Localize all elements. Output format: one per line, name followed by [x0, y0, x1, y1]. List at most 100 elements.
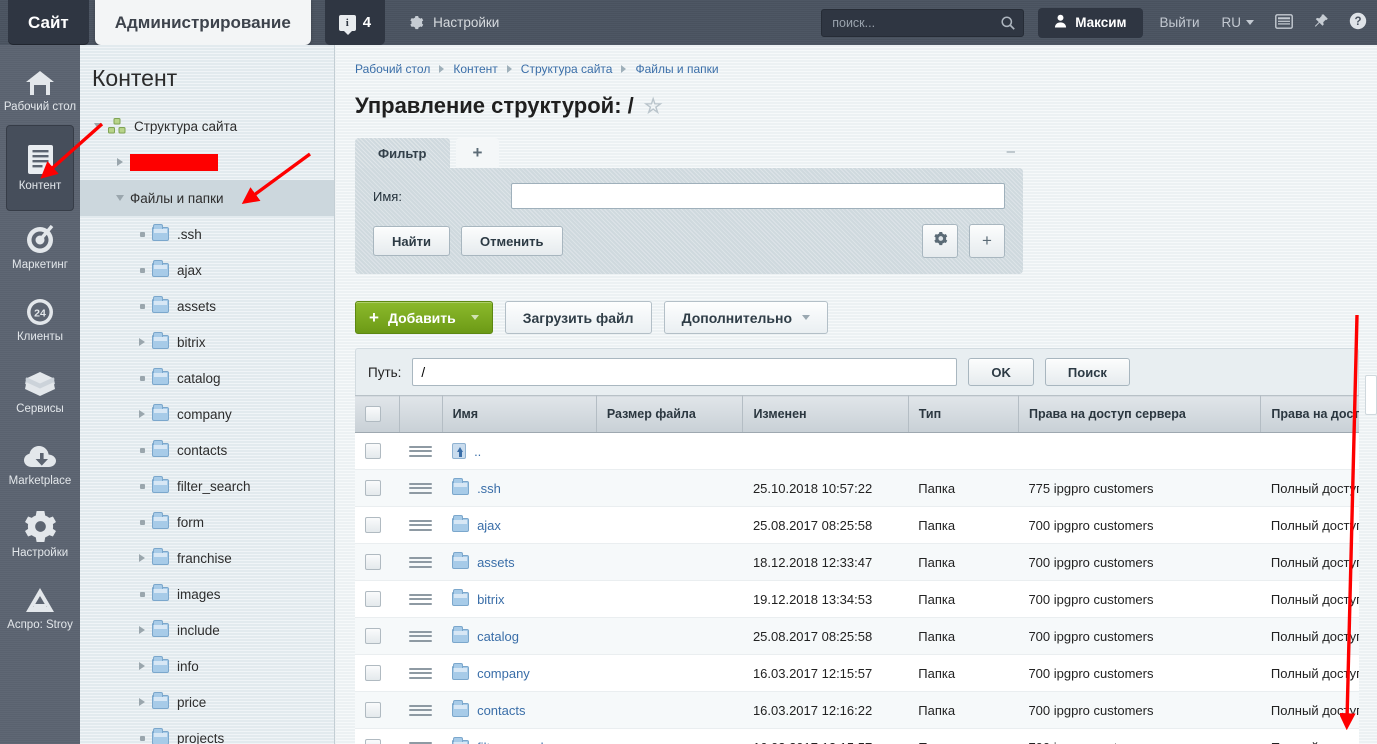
tree-node[interactable]: projects — [80, 720, 334, 744]
chevron-right-icon[interactable] — [132, 338, 152, 346]
search-input[interactable] — [821, 9, 1024, 37]
file-name-link[interactable]: filter_search — [477, 740, 548, 744]
upload-file-button[interactable]: Загрузить файл — [505, 301, 652, 334]
file-name-link[interactable]: bitrix — [477, 592, 504, 607]
tree-node[interactable]: info — [80, 648, 334, 684]
row-menu-icon[interactable] — [409, 594, 432, 605]
tree-node[interactable]: form — [80, 504, 334, 540]
breadcrumb-item-0[interactable]: Рабочий стол — [355, 62, 430, 76]
tree-node[interactable]: price — [80, 684, 334, 720]
breadcrumb-item-2[interactable]: Структура сайта — [521, 62, 613, 76]
logout-link[interactable]: Выйти — [1149, 15, 1211, 30]
row-checkbox[interactable] — [365, 480, 381, 496]
horizontal-scrollbar-thumb[interactable] — [1365, 375, 1377, 415]
collapse-filter-button[interactable]: – — [1007, 143, 1015, 160]
table-row[interactable]: contacts16.03.2017 12:16:22Папка700 ipgp… — [355, 692, 1359, 729]
tree-node[interactable]: company — [80, 396, 334, 432]
row-menu-icon[interactable] — [409, 557, 432, 568]
breadcrumb-item-3[interactable]: Файлы и папки — [635, 62, 718, 76]
file-name-link[interactable]: company — [477, 666, 530, 681]
table-row[interactable]: ajax25.08.2017 08:25:58Папка700 ipgpro c… — [355, 507, 1359, 544]
row-checkbox[interactable] — [365, 739, 381, 744]
row-checkbox[interactable] — [365, 517, 381, 533]
chevron-down-icon[interactable] — [88, 123, 108, 129]
row-checkbox[interactable] — [365, 443, 381, 459]
tree-node[interactable]: Файлы и папки — [80, 180, 334, 216]
col-type[interactable]: Тип — [908, 396, 1018, 433]
col-product-permissions[interactable]: Права на доступ продукта — [1261, 396, 1359, 433]
help-button[interactable]: ? — [1339, 12, 1377, 33]
table-row[interactable]: .. — [355, 433, 1359, 470]
row-menu-icon[interactable] — [409, 705, 432, 716]
row-menu-icon[interactable] — [409, 446, 432, 457]
chevron-right-icon[interactable] — [132, 410, 152, 418]
row-checkbox[interactable] — [365, 554, 381, 570]
tree-node[interactable] — [80, 144, 334, 180]
path-ok-button[interactable]: OK — [968, 358, 1034, 386]
col-server-permissions[interactable]: Права на доступ сервера — [1018, 396, 1260, 433]
notification-counter[interactable]: i 4 — [325, 0, 385, 45]
breadcrumb-item-1[interactable]: Контент — [453, 62, 497, 76]
filter-settings-button[interactable] — [922, 224, 958, 258]
tree-node[interactable]: filter_search — [80, 468, 334, 504]
table-row[interactable]: company16.03.2017 12:15:57Папка700 ipgpr… — [355, 655, 1359, 692]
global-search[interactable] — [821, 9, 1024, 37]
more-actions-button[interactable]: Дополнительно — [664, 301, 828, 334]
cancel-button[interactable]: Отменить — [461, 226, 563, 256]
tree-node[interactable]: images — [80, 576, 334, 612]
sidebar-item-marketplace[interactable]: Marketplace — [0, 427, 80, 499]
table-row[interactable]: assets18.12.2018 12:33:47Папка700 ipgpro… — [355, 544, 1359, 581]
add-button[interactable]: + Добавить — [355, 301, 493, 334]
chevron-right-icon[interactable] — [132, 626, 152, 634]
panel-toggle-button[interactable] — [1265, 14, 1303, 32]
table-row[interactable]: catalog25.08.2017 08:25:58Папка700 ipgpr… — [355, 618, 1359, 655]
file-name-link[interactable]: contacts — [477, 703, 525, 718]
language-switcher[interactable]: RU — [1211, 15, 1266, 30]
chevron-right-icon[interactable] — [132, 662, 152, 670]
row-checkbox[interactable] — [365, 702, 381, 718]
add-filter-tab-button[interactable]: + — [456, 138, 500, 168]
col-modified[interactable]: Изменен — [743, 396, 908, 433]
row-checkbox[interactable] — [365, 628, 381, 644]
sidebar-item-settings[interactable]: Настройки — [0, 499, 80, 571]
tree-node[interactable]: franchise — [80, 540, 334, 576]
path-input[interactable] — [412, 358, 957, 386]
sidebar-item-content[interactable]: Контент — [6, 125, 74, 211]
sidebar-item-services[interactable]: Сервисы — [0, 355, 80, 427]
find-button[interactable]: Найти — [373, 226, 450, 256]
tree-node[interactable]: contacts — [80, 432, 334, 468]
file-name-link[interactable]: .. — [474, 444, 481, 459]
tree-node[interactable]: include — [80, 612, 334, 648]
row-checkbox[interactable] — [365, 665, 381, 681]
sidebar-item-marketing[interactable]: Маркетинг — [0, 211, 80, 283]
file-name-link[interactable]: catalog — [477, 629, 519, 644]
path-search-button[interactable]: Поиск — [1045, 358, 1130, 386]
row-menu-icon[interactable] — [409, 631, 432, 642]
sidebar-item-aspro[interactable]: Аспро: Stroy — [0, 571, 80, 643]
table-row[interactable]: .ssh25.10.2018 10:57:22Папка775 ipgpro c… — [355, 470, 1359, 507]
tree-node[interactable]: ajax — [80, 252, 334, 288]
tab-administration[interactable]: Администрирование — [95, 0, 311, 45]
file-name-link[interactable]: .ssh — [477, 481, 501, 496]
tab-site[interactable]: Сайт — [8, 0, 89, 45]
filter-add-button[interactable]: + — [969, 224, 1005, 258]
select-all-checkbox[interactable] — [365, 406, 381, 422]
col-size[interactable]: Размер файла — [596, 396, 743, 433]
tree-node[interactable]: .ssh — [80, 216, 334, 252]
tree-node[interactable]: assets — [80, 288, 334, 324]
tab-filter[interactable]: Фильтр — [355, 138, 450, 168]
tree-node[interactable]: bitrix — [80, 324, 334, 360]
chevron-right-icon[interactable] — [132, 554, 152, 562]
chevron-right-icon[interactable] — [132, 698, 152, 706]
user-menu[interactable]: Максим — [1038, 8, 1142, 38]
sidebar-item-clients[interactable]: 24 Клиенты — [0, 283, 80, 355]
table-row[interactable]: filter_search16.03.2017 12:15:57Папка700… — [355, 729, 1359, 744]
row-menu-icon[interactable] — [409, 668, 432, 679]
tree-node[interactable]: catalog — [80, 360, 334, 396]
file-name-link[interactable]: assets — [477, 555, 515, 570]
filter-name-input[interactable] — [511, 183, 1005, 209]
sidebar-item-desktop[interactable]: Рабочий стол — [0, 53, 80, 125]
star-outline-icon[interactable]: ☆ — [644, 96, 663, 117]
chevron-right-icon[interactable] — [110, 158, 130, 166]
table-row[interactable]: bitrix19.12.2018 13:34:53Папка700 ipgpro… — [355, 581, 1359, 618]
